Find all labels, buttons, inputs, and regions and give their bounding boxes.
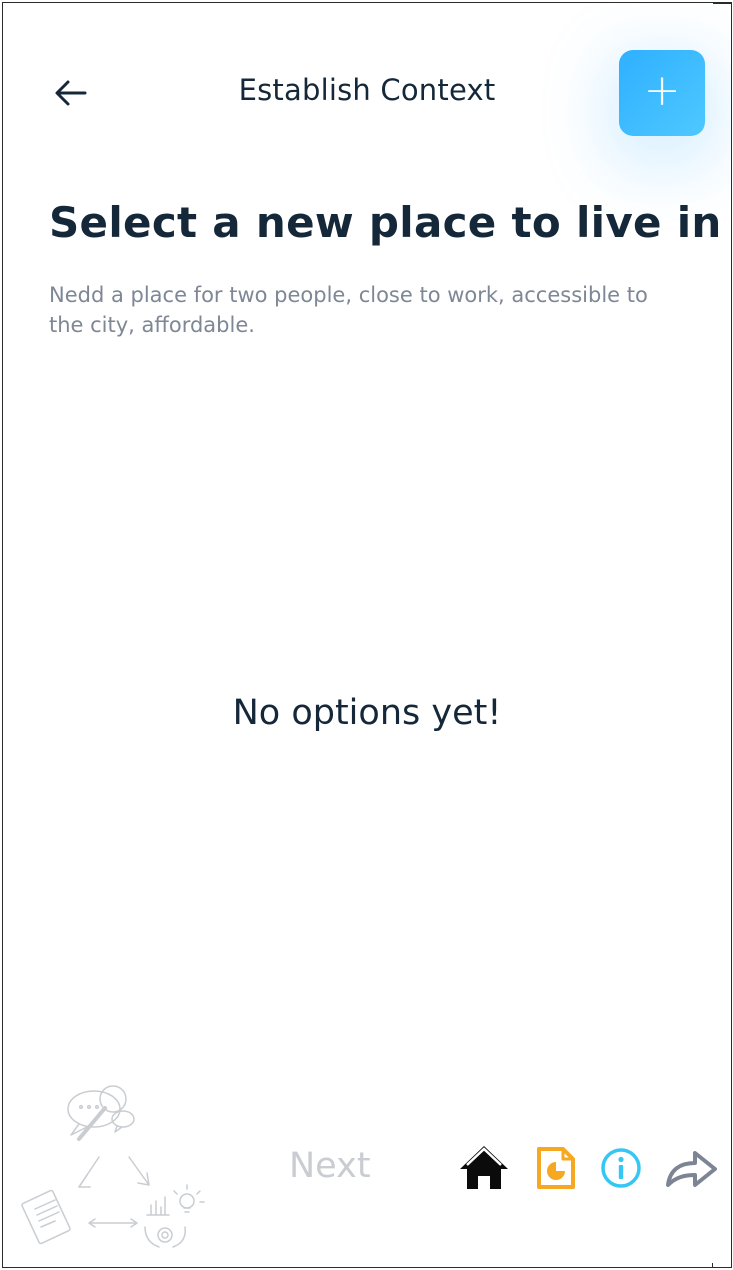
page-title: Select a new place to live in [49,198,722,247]
empty-state-message: No options yet! [232,693,502,733]
app-screen: Establish Context + Select a new place t… [2,2,732,1268]
next-button[interactable]: Next [289,1146,371,1186]
plus-icon: + [643,65,681,116]
page-description: Nedd a place for two people, close to wo… [49,283,648,337]
info-icon[interactable] [599,1146,643,1190]
add-button[interactable]: + [619,50,705,136]
process-illustration [21,1085,205,1248]
frame-tick [712,1263,713,1267]
share-icon[interactable] [663,1147,719,1191]
frame-tick [713,3,731,4]
report-icon[interactable] [535,1145,577,1191]
home-icon[interactable] [457,1143,511,1191]
